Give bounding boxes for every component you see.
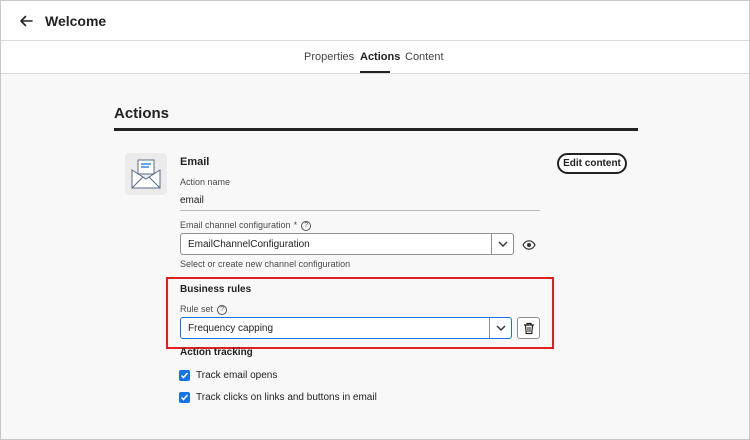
- rule-set-select[interactable]: Frequency capping: [180, 317, 512, 339]
- action-name-label: Action name: [180, 177, 231, 187]
- arrow-left-icon: [20, 15, 33, 27]
- action-tracking-title: Action tracking: [180, 347, 253, 358]
- channel-config-dropdown-button[interactable]: [491, 234, 513, 254]
- action-name-underline: [180, 210, 540, 211]
- tab-bar: Properties Actions Content: [1, 41, 749, 74]
- active-tab-indicator: [360, 71, 390, 73]
- top-header: Welcome: [1, 1, 749, 41]
- action-type-label: Email: [180, 156, 210, 168]
- channel-config-label-row: Email channel configuration *?: [180, 220, 312, 231]
- track-clicks-checkbox[interactable]: [179, 392, 190, 403]
- help-icon[interactable]: ?: [301, 220, 312, 231]
- rule-set-label: Rule set: [180, 304, 214, 314]
- edit-content-button[interactable]: Edit content: [557, 153, 627, 174]
- delete-rule-set-button[interactable]: [517, 317, 540, 339]
- rule-set-value: Frequency capping: [188, 323, 274, 334]
- preview-button[interactable]: [522, 238, 536, 252]
- chevron-down-icon: [496, 325, 506, 331]
- channel-config-select[interactable]: EmailChannelConfiguration: [180, 233, 514, 255]
- action-name-input[interactable]: email: [180, 195, 204, 206]
- track-opens-label: Track email opens: [196, 370, 278, 381]
- tab-content[interactable]: Content: [405, 51, 444, 63]
- channel-config-label: Email channel configuration: [180, 220, 291, 230]
- checkmark-icon: [180, 394, 189, 401]
- rule-set-label-row: Rule set?: [180, 304, 228, 315]
- track-opens-checkbox[interactable]: [179, 370, 190, 381]
- envelope-icon: [131, 159, 161, 189]
- page-title: Welcome: [45, 13, 107, 29]
- trash-icon: [524, 322, 534, 335]
- chevron-down-icon: [498, 241, 508, 247]
- eye-icon: [522, 240, 536, 250]
- required-marker: *: [293, 220, 298, 230]
- business-rules-title: Business rules: [180, 284, 252, 295]
- checkmark-icon: [180, 372, 189, 379]
- rule-set-help-icon[interactable]: ?: [217, 304, 228, 315]
- tab-properties[interactable]: Properties: [304, 51, 354, 63]
- tab-actions[interactable]: Actions: [360, 51, 400, 63]
- channel-config-help-text: Select or create new channel configurati…: [180, 259, 351, 269]
- channel-config-value: EmailChannelConfiguration: [188, 239, 310, 250]
- rule-set-dropdown-button[interactable]: [489, 318, 511, 338]
- section-divider: [114, 128, 638, 131]
- email-thumbnail: [125, 153, 167, 195]
- section-title: Actions: [114, 105, 170, 122]
- track-clicks-label: Track clicks on links and buttons in ema…: [196, 392, 377, 403]
- back-button[interactable]: [17, 12, 35, 30]
